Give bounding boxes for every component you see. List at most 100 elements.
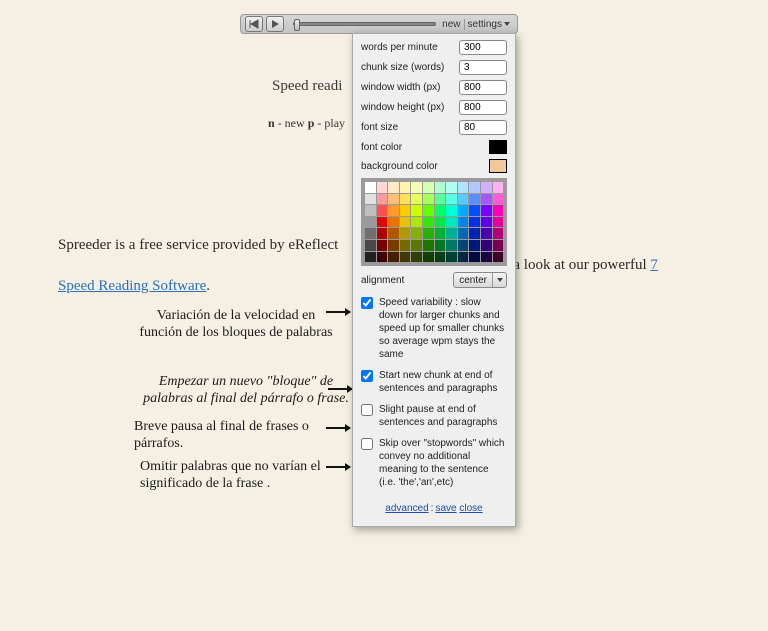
palette-cell[interactable]	[388, 217, 399, 228]
palette-cell[interactable]	[400, 240, 411, 251]
palette-cell[interactable]	[423, 252, 434, 263]
palette-cell[interactable]	[458, 228, 469, 239]
palette-cell[interactable]	[446, 252, 457, 263]
palette-cell[interactable]	[446, 240, 457, 251]
palette-cell[interactable]	[377, 182, 388, 193]
settings-dropdown[interactable]: settings	[464, 19, 513, 30]
palette-cell[interactable]	[493, 194, 504, 205]
palette-cell[interactable]	[411, 217, 422, 228]
palette-cell[interactable]	[469, 228, 480, 239]
palette-cell[interactable]	[400, 205, 411, 216]
palette-cell[interactable]	[481, 240, 492, 251]
new-chunk-checkbox[interactable]	[361, 370, 373, 382]
palette-cell[interactable]	[481, 252, 492, 263]
palette-cell[interactable]	[423, 228, 434, 239]
palette-cell[interactable]	[388, 205, 399, 216]
palette-cell[interactable]	[435, 194, 446, 205]
chunk-input[interactable]	[459, 60, 507, 75]
palette-cell[interactable]	[400, 217, 411, 228]
close-link[interactable]: close	[459, 503, 482, 514]
wpm-input[interactable]	[459, 40, 507, 55]
palette-cell[interactable]	[411, 252, 422, 263]
palette-cell[interactable]	[458, 240, 469, 251]
palette-cell[interactable]	[458, 182, 469, 193]
palette-cell[interactable]	[365, 182, 376, 193]
palette-cell[interactable]	[365, 252, 376, 263]
palette-cell[interactable]	[400, 228, 411, 239]
palette-cell[interactable]	[411, 240, 422, 251]
save-link[interactable]: save	[435, 503, 456, 514]
palette-cell[interactable]	[435, 182, 446, 193]
palette-cell[interactable]	[469, 205, 480, 216]
palette-cell[interactable]	[493, 217, 504, 228]
progress-thumb[interactable]	[294, 19, 300, 31]
palette-cell[interactable]	[411, 228, 422, 239]
palette-cell[interactable]	[469, 252, 480, 263]
palette-cell[interactable]	[446, 228, 457, 239]
palette-cell[interactable]	[411, 205, 422, 216]
palette-cell[interactable]	[481, 194, 492, 205]
window-width-input[interactable]	[459, 80, 507, 95]
palette-cell[interactable]	[377, 228, 388, 239]
palette-cell[interactable]	[493, 252, 504, 263]
palette-cell[interactable]	[400, 182, 411, 193]
palette-cell[interactable]	[493, 182, 504, 193]
new-button[interactable]: new	[442, 19, 460, 30]
palette-cell[interactable]	[423, 194, 434, 205]
palette-cell[interactable]	[377, 240, 388, 251]
font-color-swatch[interactable]	[489, 140, 507, 154]
slight-pause-checkbox[interactable]	[361, 404, 373, 416]
palette-cell[interactable]	[423, 205, 434, 216]
skip-back-button[interactable]	[245, 16, 263, 32]
alignment-select[interactable]: center	[453, 272, 507, 288]
palette-cell[interactable]	[377, 194, 388, 205]
palette-cell[interactable]	[423, 240, 434, 251]
palette-cell[interactable]	[435, 228, 446, 239]
palette-cell[interactable]	[458, 194, 469, 205]
palette-cell[interactable]	[388, 182, 399, 193]
palette-cell[interactable]	[365, 194, 376, 205]
palette-cell[interactable]	[435, 217, 446, 228]
palette-cell[interactable]	[469, 194, 480, 205]
palette-cell[interactable]	[458, 217, 469, 228]
palette-cell[interactable]	[446, 194, 457, 205]
palette-cell[interactable]	[388, 194, 399, 205]
palette-cell[interactable]	[493, 228, 504, 239]
color-palette[interactable]	[361, 178, 507, 266]
palette-cell[interactable]	[481, 228, 492, 239]
palette-cell[interactable]	[435, 240, 446, 251]
palette-cell[interactable]	[365, 228, 376, 239]
palette-cell[interactable]	[446, 205, 457, 216]
palette-cell[interactable]	[388, 240, 399, 251]
palette-cell[interactable]	[493, 205, 504, 216]
palette-cell[interactable]	[377, 217, 388, 228]
advanced-link[interactable]: advanced	[385, 503, 428, 514]
palette-cell[interactable]	[469, 182, 480, 193]
palette-cell[interactable]	[469, 240, 480, 251]
palette-cell[interactable]	[377, 205, 388, 216]
palette-cell[interactable]	[435, 205, 446, 216]
palette-cell[interactable]	[388, 252, 399, 263]
palette-cell[interactable]	[377, 252, 388, 263]
palette-cell[interactable]	[481, 205, 492, 216]
palette-cell[interactable]	[458, 252, 469, 263]
palette-cell[interactable]	[400, 252, 411, 263]
palette-cell[interactable]	[400, 194, 411, 205]
palette-cell[interactable]	[411, 182, 422, 193]
palette-cell[interactable]	[446, 217, 457, 228]
palette-cell[interactable]	[411, 194, 422, 205]
palette-cell[interactable]	[435, 252, 446, 263]
palette-cell[interactable]	[493, 240, 504, 251]
palette-cell[interactable]	[365, 240, 376, 251]
palette-cell[interactable]	[365, 205, 376, 216]
speed-variability-checkbox[interactable]	[361, 297, 373, 309]
palette-cell[interactable]	[423, 217, 434, 228]
palette-cell[interactable]	[446, 182, 457, 193]
window-height-input[interactable]	[459, 100, 507, 115]
progress-slider[interactable]	[293, 22, 436, 26]
palette-cell[interactable]	[481, 217, 492, 228]
play-button[interactable]	[266, 16, 284, 32]
palette-cell[interactable]	[365, 217, 376, 228]
bg-color-swatch[interactable]	[489, 159, 507, 173]
palette-cell[interactable]	[388, 228, 399, 239]
